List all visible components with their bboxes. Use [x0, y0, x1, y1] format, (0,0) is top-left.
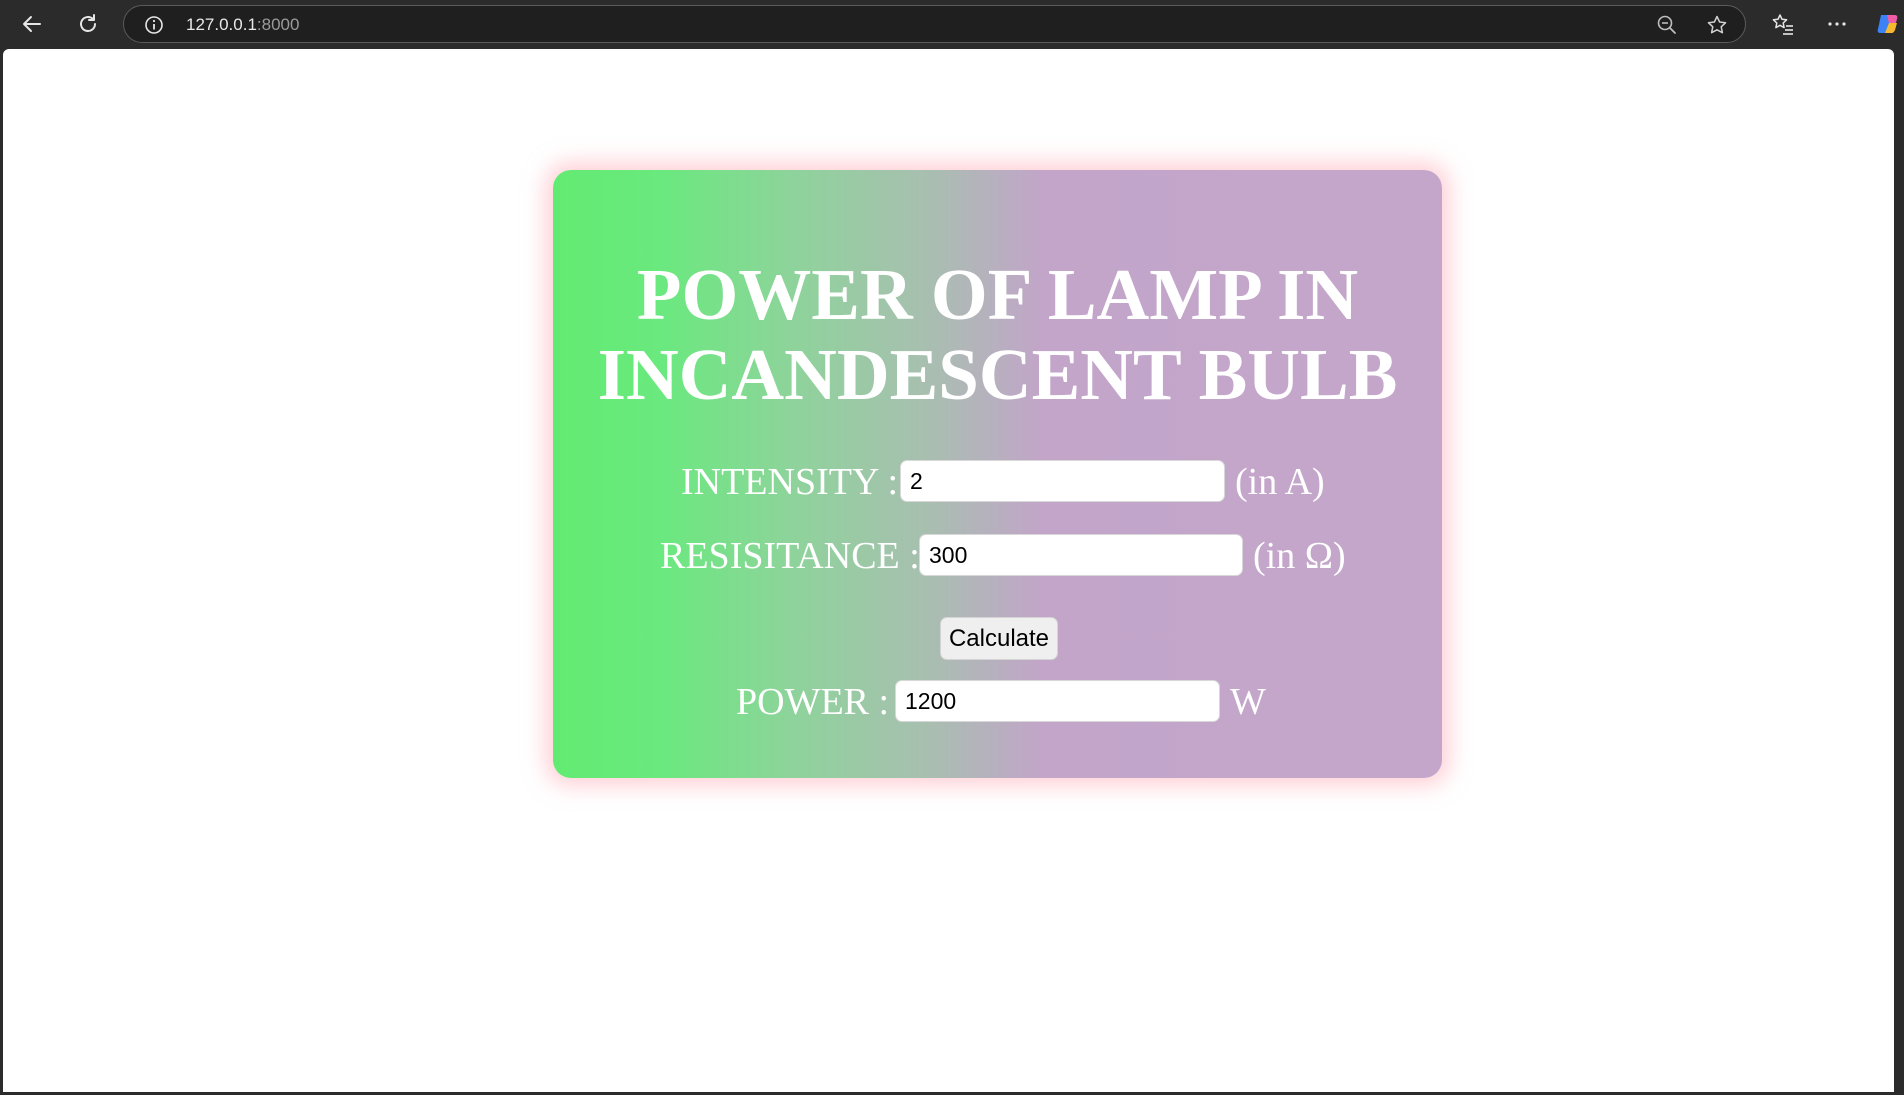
favorites-list-icon[interactable]: [1766, 8, 1800, 40]
browser-toolbar: 127.0.0.1:8000: [0, 0, 1904, 49]
intensity-input[interactable]: [900, 460, 1225, 502]
calculator-card: POWER OF LAMP IN INCANDESCENT BULB INTEN…: [553, 170, 1442, 778]
page-title: POWER OF LAMP IN INCANDESCENT BULB: [553, 255, 1442, 415]
power-label: POWER :: [736, 681, 890, 723]
back-arrow-icon[interactable]: [15, 8, 49, 40]
resistance-input[interactable]: [919, 534, 1243, 576]
power-output[interactable]: [895, 680, 1220, 722]
page-viewport: POWER OF LAMP IN INCANDESCENT BULB INTEN…: [3, 49, 1894, 1092]
zoom-out-icon[interactable]: [1656, 14, 1678, 36]
copilot-icon[interactable]: [1872, 8, 1904, 40]
intensity-label: INTENSITY :: [681, 461, 899, 503]
url-port: :8000: [256, 15, 300, 34]
scrollbar-edge: [1894, 49, 1904, 1095]
intensity-unit: (in A): [1235, 461, 1325, 503]
favorite-star-icon[interactable]: [1706, 14, 1728, 36]
address-bar[interactable]: 127.0.0.1:8000: [123, 5, 1746, 43]
url-text[interactable]: 127.0.0.1:8000: [186, 15, 299, 35]
reload-icon[interactable]: [71, 8, 105, 40]
power-unit: W: [1230, 681, 1266, 723]
resistance-unit: (in Ω): [1253, 535, 1346, 577]
resistance-label: RESISITANCE :: [660, 535, 920, 577]
calculate-button[interactable]: Calculate: [940, 617, 1058, 660]
site-info-icon[interactable]: [144, 15, 163, 34]
url-host: 127.0.0.1: [186, 15, 257, 34]
title-line-2: INCANDESCENT BULB: [597, 334, 1398, 415]
more-menu-icon[interactable]: [1820, 8, 1854, 40]
title-line-1: POWER OF LAMP IN: [636, 254, 1359, 335]
